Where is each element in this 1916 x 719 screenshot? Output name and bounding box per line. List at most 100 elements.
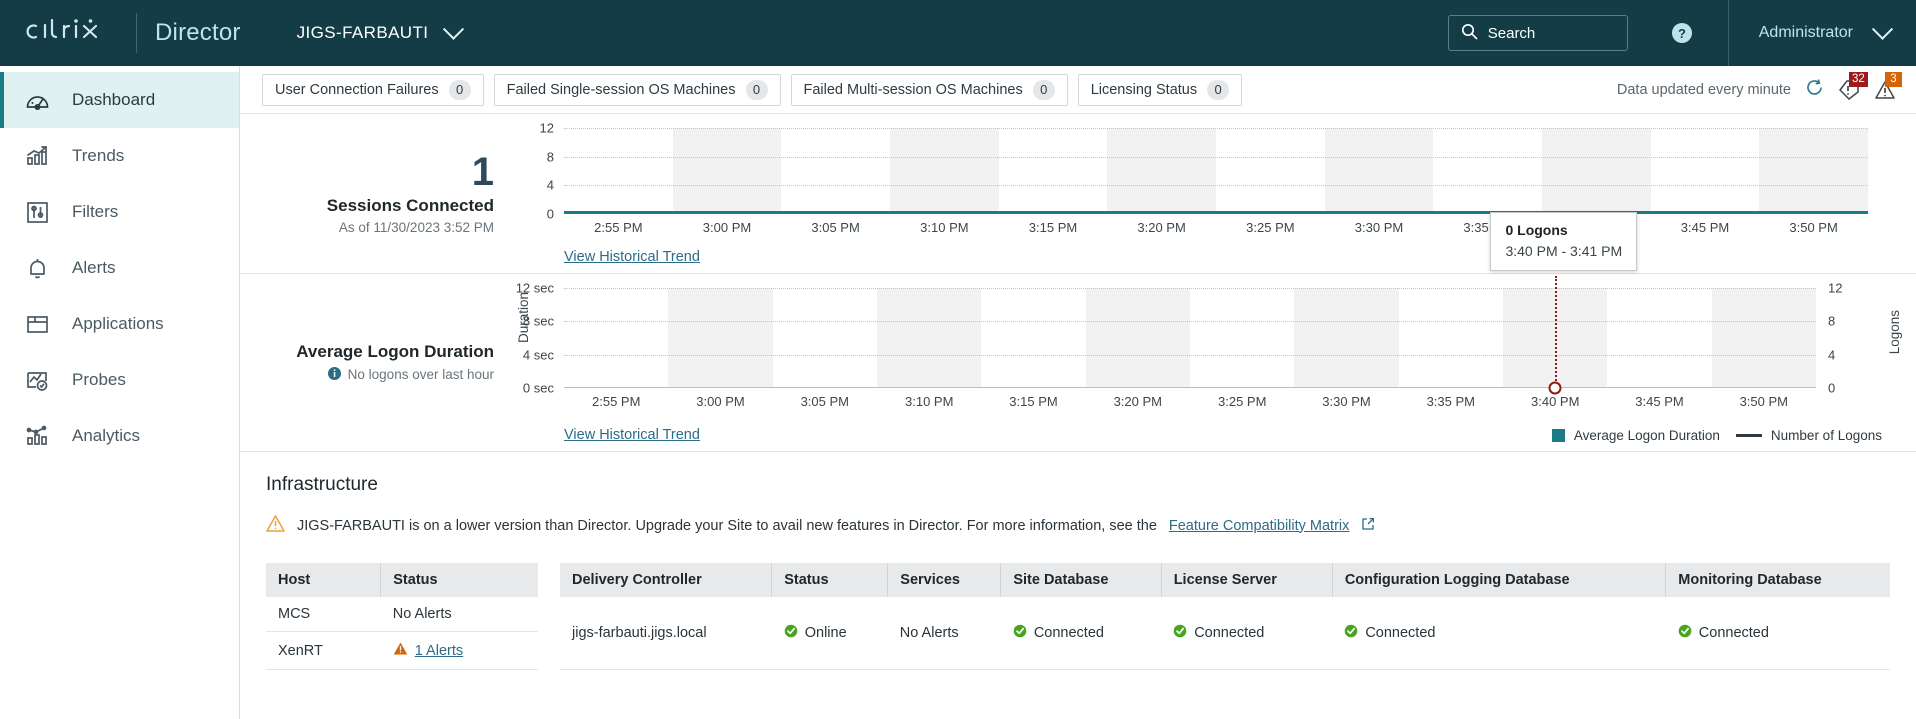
user-menu[interactable]: Administrator (1729, 24, 1916, 42)
sidebar-item-alerts[interactable]: Alerts (0, 240, 239, 296)
plot-bands (564, 288, 1816, 388)
controller-status: Online (772, 597, 888, 670)
legend-item-average-logon-duration[interactable]: Average Logon Duration (1552, 428, 1720, 443)
critical-alerts-button[interactable]: 32 (1838, 79, 1860, 101)
sidebar-item-label: Alerts (72, 258, 115, 278)
logon-plot: 12 sec 8 sec 4 sec 0 sec 12 8 4 0 0 Logo… (564, 288, 1816, 388)
y-tick-right: 8 (1828, 314, 1835, 329)
infrastructure-warning-text: JIGS-FARBAUTI is on a lower version than… (297, 518, 1157, 534)
sidebar-item-probes[interactable]: Probes (0, 352, 239, 408)
logon-kpi: Average Logon Duration No logons over la… (240, 274, 508, 451)
site-name: JIGS-FARBAUTI (297, 23, 429, 43)
sessions-chart-area: 12 8 4 0 2:55 PM 3:00 PM 3:05 PM 3:10 PM… (508, 114, 1916, 273)
chart-tooltip: 0 Logons 3:40 PM - 3:41 PM (1490, 212, 1637, 271)
controller-config-logging-database: Connected (1332, 597, 1665, 670)
panel-failed-single-session-os-machines[interactable]: Failed Single-session OS Machines 0 (494, 74, 781, 106)
sidebar-item-label: Probes (72, 370, 126, 390)
infrastructure-section: Infrastructure JIGS-FARBAUTI is on a low… (240, 452, 1916, 670)
y-tick-left: 8 sec (523, 314, 554, 329)
site-selector[interactable]: JIGS-FARBAUTI (297, 23, 462, 43)
x-axis-labels: 2:55 PM 3:00 PM 3:05 PM 3:10 PM 3:15 PM … (564, 394, 1816, 414)
search-input[interactable]: Search (1448, 15, 1628, 51)
panel-user-connection-failures[interactable]: User Connection Failures 0 (262, 74, 484, 106)
column-header-status[interactable]: Status (381, 563, 538, 597)
column-header-host[interactable]: Host (266, 563, 381, 597)
chevron-down-icon (1872, 18, 1893, 39)
status-text: Connected (1365, 625, 1435, 641)
critical-alerts-badge: 32 (1849, 72, 1868, 87)
top-bar-right: Search ? Administrator (1448, 0, 1916, 66)
external-link-icon[interactable] (1361, 517, 1375, 535)
info-icon (327, 366, 342, 384)
controller-services: No Alerts (888, 597, 1001, 670)
sidebar-item-filters[interactable]: Filters (0, 184, 239, 240)
controller-monitoring-database: Connected (1666, 597, 1890, 670)
column-header-status[interactable]: Status (772, 563, 888, 597)
panel-filter-bar: User Connection Failures 0 Failed Single… (240, 66, 1916, 114)
warning-triangle-icon (266, 514, 285, 537)
product-name: Director (155, 19, 241, 47)
sidebar-item-applications[interactable]: Applications (0, 296, 239, 352)
column-header-services[interactable]: Services (888, 563, 1001, 597)
sessions-kpi: 1 Sessions Connected As of 11/30/2023 3:… (240, 114, 508, 273)
sidebar-item-trends[interactable]: Trends (0, 128, 239, 184)
panel-licensing-status[interactable]: Licensing Status 0 (1078, 74, 1242, 106)
column-header-delivery-controller[interactable]: Delivery Controller (560, 563, 772, 597)
y-tick-left: 0 sec (523, 381, 554, 396)
feature-compatibility-matrix-link[interactable]: Feature Compatibility Matrix (1169, 518, 1350, 534)
status-text: Connected (1034, 625, 1104, 641)
window-icon (22, 312, 52, 337)
chevron-down-icon (443, 18, 464, 39)
status-ok-icon (1013, 624, 1027, 642)
delivery-controller-table: Delivery Controller Status Services Site… (560, 563, 1890, 670)
tooltip-range: 3:40 PM - 3:41 PM (1505, 243, 1622, 259)
host-alerts-link[interactable]: 1 Alerts (415, 643, 463, 659)
legend-item-number-of-logons[interactable]: Number of Logons (1736, 428, 1882, 443)
column-header-license-server[interactable]: License Server (1161, 563, 1332, 597)
y-tick: 0 (547, 207, 554, 222)
table-row[interactable]: MCS No Alerts (266, 597, 538, 632)
hover-data-point[interactable] (1549, 382, 1562, 395)
legend-label: Number of Logons (1771, 428, 1882, 443)
sidebar-item-label: Dashboard (72, 90, 155, 110)
chart-legend: Average Logon Duration Number of Logons (1552, 428, 1882, 443)
sidebar-item-dashboard[interactable]: Dashboard (0, 72, 239, 128)
help-button[interactable]: ? (1670, 21, 1694, 45)
refresh-group: Data updated every minute 32 (1617, 78, 1896, 101)
hover-crosshair (1555, 276, 1557, 388)
sidebar-item-label: Analytics (72, 426, 140, 446)
y-tick-right: 4 (1828, 347, 1835, 362)
panel-label: Licensing Status (1091, 82, 1197, 98)
x-axis (564, 387, 1816, 388)
plot-bands (564, 128, 1868, 214)
sidebar-item-label: Applications (72, 314, 164, 334)
sidebar-item-analytics[interactable]: Analytics (0, 408, 239, 464)
panel-failed-multi-session-os-machines[interactable]: Failed Multi-session OS Machines 0 (791, 74, 1068, 106)
x-tick: 2:55 PM (594, 220, 642, 235)
x-tick: 3:05 PM (811, 220, 859, 235)
status-ok-icon (1173, 624, 1187, 642)
warning-alerts-badge: 3 (1885, 72, 1902, 87)
x-tick: 3:15 PM (1009, 394, 1057, 409)
x-tick: 3:20 PM (1137, 220, 1185, 235)
table-row[interactable]: XenRT (266, 632, 538, 670)
infrastructure-title: Infrastructure (266, 474, 1890, 496)
column-header-site-database[interactable]: Site Database (1001, 563, 1161, 597)
sessions-timestamp: As of 11/30/2023 3:52 PM (339, 220, 494, 235)
column-header-configuration-logging-database[interactable]: Configuration Logging Database (1332, 563, 1665, 597)
y-tick: 8 (547, 149, 554, 164)
warning-alerts-button[interactable]: 3 (1874, 79, 1896, 101)
logon-view-historical-trend-link[interactable]: View Historical Trend (564, 427, 700, 443)
table-row[interactable]: jigs-farbauti.jigs.local (560, 597, 1890, 670)
gridline (564, 321, 1816, 322)
logon-subtitle: No logons over last hour (348, 367, 494, 382)
trends-icon (22, 144, 52, 169)
search-icon (1461, 23, 1478, 44)
panel-count: 0 (1207, 80, 1229, 100)
column-header-monitoring-database[interactable]: Monitoring Database (1666, 563, 1890, 597)
x-tick: 2:55 PM (592, 394, 640, 409)
host-table: Host Status MCS No Alerts XenRT (266, 563, 538, 670)
sessions-view-historical-trend-link[interactable]: View Historical Trend (564, 249, 700, 265)
host-status: No Alerts (381, 597, 538, 632)
refresh-icon[interactable] (1805, 78, 1824, 101)
